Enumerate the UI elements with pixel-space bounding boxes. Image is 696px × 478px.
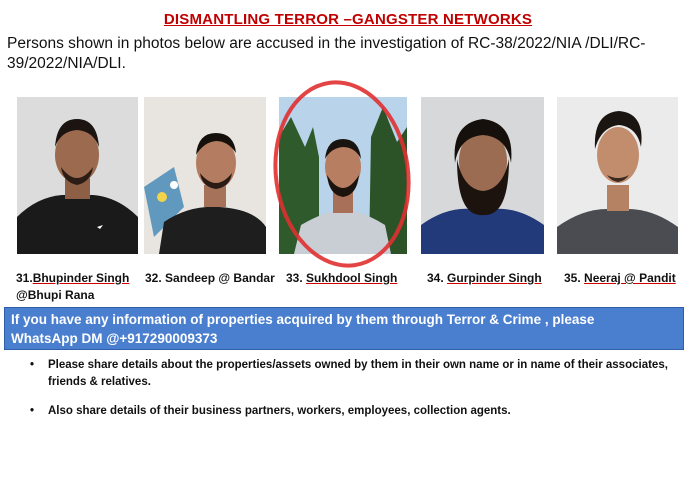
caption-person-35: 35. Neeraj @ Pandit [564,270,676,287]
caption-person-33: 33. Sukhdool Singh [286,270,397,287]
page-title: DISMANTLING TERROR –GANGSTER NETWORKS [163,11,533,28]
banner-line-1: If you have any information of propertie… [11,312,595,327]
photo-person-31 [17,97,138,254]
highlight-circle [273,80,411,268]
caption-alias: @Bhupi Rana [16,288,95,302]
caption-number: 34. [427,271,444,285]
caption-name: Gurpinder Singh [447,271,542,285]
caption-number: 33. [286,271,303,285]
photo-person-35 [557,97,678,254]
banner-line-2: WhatsApp DM @+917290009373 [11,331,218,346]
caption-name: Bhupinder Singh [32,271,130,285]
caption-number: 35. [564,271,581,285]
bullet-list: • Please share details about the propert… [30,357,670,432]
caption-person-34: 34. Gurpinder Singh [427,270,542,287]
bullet-dot-icon: • [30,359,35,371]
photo-person-32 [144,97,266,254]
bullet-item: • Please share details about the propert… [30,357,670,391]
caption-person-32: 32. Sandeep @ Bandar [145,270,275,287]
caption-number: 31. [16,271,33,285]
bullet-dot-icon: • [30,405,35,417]
caption-person-31: 31.Bhupinder Singh @Bhupi Rana [16,270,129,304]
caption-name: Neeraj @ Pandit [584,271,676,285]
caption-name: Sandeep @ Bandar [165,271,275,285]
caption-name: Sukhdool Singh [306,271,398,285]
caption-number: 32. [145,271,162,285]
bullet-text: Also share details of their business par… [48,405,511,417]
photo-person-34 [421,97,544,254]
bullet-item: • Also share details of their business p… [30,403,670,420]
whatsapp-banner: If you have any information of propertie… [4,307,684,350]
bullet-text: Please share details about the propertie… [48,359,668,388]
